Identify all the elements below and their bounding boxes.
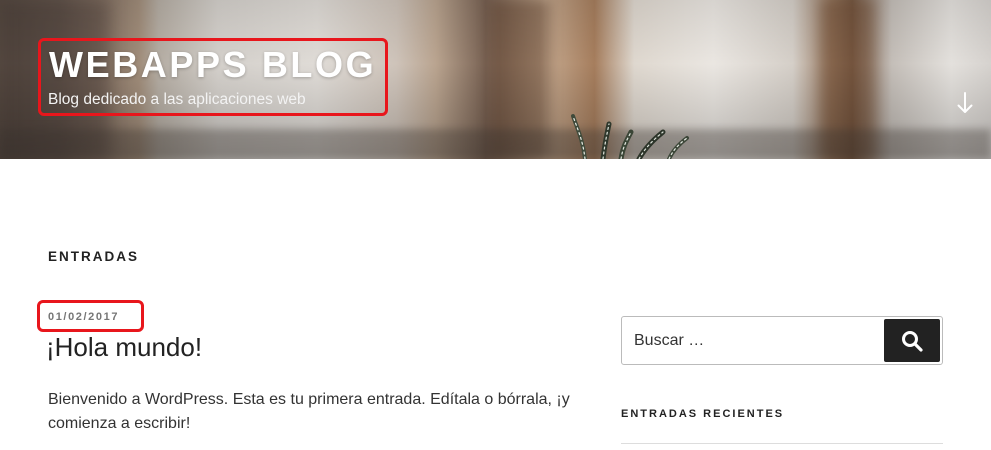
post-title-link[interactable]: ¡Hola mundo! [46,331,202,363]
site-title[interactable]: WEBAPPS BLOG [49,44,376,86]
site-header: WEBAPPS BLOG Blog dedicado a las aplicac… [0,0,991,159]
search-icon [902,330,923,352]
search-button[interactable] [884,319,940,362]
search-input[interactable] [622,317,877,364]
post-date-link[interactable]: 01/02/2017 [48,311,119,323]
post-excerpt: Bienvenido a WordPress. Esta es tu prime… [48,391,570,432]
divider [621,443,943,444]
arrow-down-icon [957,92,973,113]
recent-posts-title: ENTRADAS RECIENTES [621,408,785,420]
page-title: ENTRADAS [48,249,140,264]
scroll-down-button[interactable] [952,88,978,118]
plant-image [571,114,689,159]
search-form [621,316,943,365]
site-description: Blog dedicado a las aplicaciones web [48,91,306,108]
